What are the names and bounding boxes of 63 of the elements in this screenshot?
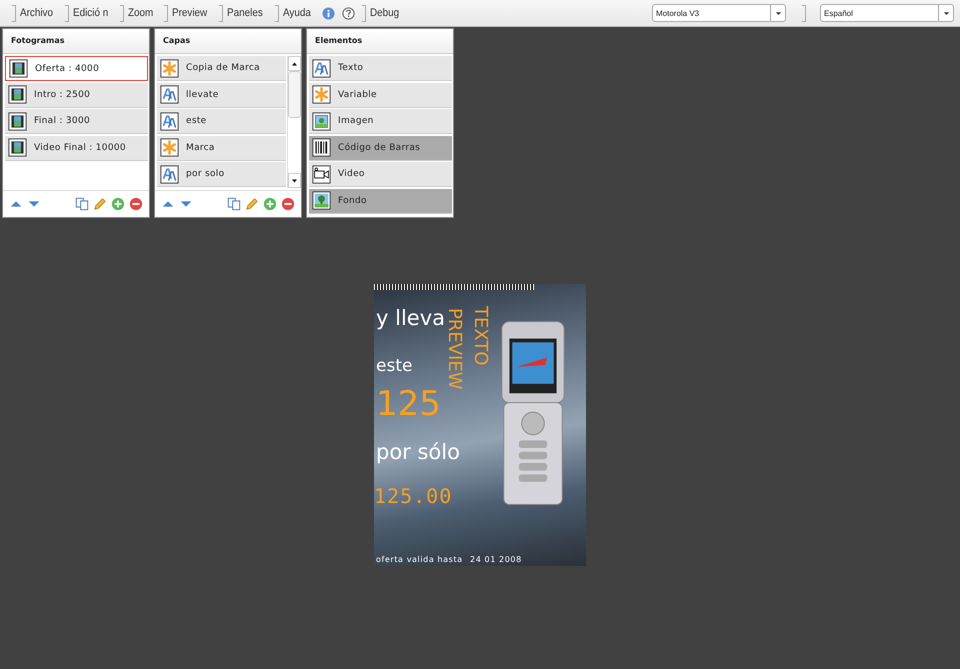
landscape-icon <box>312 191 331 210</box>
menu-item[interactable]: Debug <box>370 7 400 19</box>
list-item[interactable]: Oferta : 4000 <box>5 56 148 81</box>
text-icon <box>160 164 179 184</box>
list-item[interactable]: Imagen <box>309 109 452 134</box>
overlay-text: 125 <box>376 384 441 424</box>
remove-icon[interactable] <box>129 197 143 211</box>
film-icon <box>8 85 27 104</box>
menu-item[interactable]: Zoom <box>128 7 154 19</box>
list-item[interactable]: este <box>157 109 286 134</box>
pencil-icon[interactable] <box>245 197 259 211</box>
asterisk-icon <box>160 58 179 78</box>
overlay-text: por sólo <box>376 440 460 464</box>
add-icon[interactable] <box>111 197 125 211</box>
menu-item[interactable]: Edició n <box>72 7 108 19</box>
text-icon <box>160 85 179 104</box>
offer-date: 24 01 2008 <box>470 555 522 564</box>
add-icon[interactable] <box>263 197 277 211</box>
list-item[interactable]: Video Final : 10000 <box>5 136 148 160</box>
text-icon <box>160 112 179 130</box>
asterisk-icon <box>312 85 331 104</box>
pencil-icon[interactable] <box>93 197 107 211</box>
menu-item[interactable]: Preview <box>172 7 208 19</box>
overlay-text: este <box>376 356 412 376</box>
caret-icon <box>942 10 950 16</box>
caret-icon <box>774 10 782 16</box>
list-item[interactable]: Marca <box>157 136 286 160</box>
list-item[interactable]: Video <box>309 162 452 187</box>
list-item[interactable]: por solo <box>157 162 286 187</box>
overlay-text: 125.00 <box>374 484 452 508</box>
list-item[interactable]: Código de Barras <box>309 136 452 160</box>
film-icon <box>8 138 27 157</box>
scrollbar[interactable] <box>287 56 301 188</box>
list-item[interactable]: Fondo <box>309 188 452 214</box>
info-icon[interactable] <box>322 6 335 20</box>
text-icon <box>312 58 331 78</box>
menu-item[interactable]: Paneles <box>227 7 263 19</box>
language-select[interactable]: Español <box>820 4 954 22</box>
film-icon <box>8 112 27 130</box>
vertical-text: PREVIEW <box>444 308 465 390</box>
barcode-icon <box>312 138 331 157</box>
menu-item[interactable]: Ayuda <box>282 7 311 19</box>
copy-icon[interactable] <box>227 197 241 211</box>
video-camera-icon <box>312 164 331 184</box>
asterisk-icon <box>160 138 179 157</box>
remove-icon[interactable] <box>281 197 295 211</box>
image-icon <box>312 112 331 130</box>
list-item[interactable]: Texto <box>309 56 452 81</box>
overlay-text: y lleva <box>376 306 445 330</box>
copy-icon[interactable] <box>75 197 89 211</box>
scroll-down-icon[interactable] <box>292 178 297 182</box>
scroll-up-icon[interactable] <box>292 62 297 66</box>
list-item[interactable]: Intro : 2500 <box>5 82 148 108</box>
offer-label: oferta valida hasta <box>376 555 463 564</box>
list-item[interactable]: Variable <box>309 82 452 108</box>
film-icon <box>9 59 28 78</box>
vertical-text: TEXTO <box>470 306 491 366</box>
help-icon[interactable] <box>342 6 355 20</box>
list-item[interactable]: Copia de Marca <box>157 56 286 81</box>
list-item[interactable]: Final : 3000 <box>5 109 148 134</box>
menu-item[interactable]: Archivo <box>20 7 54 19</box>
list-item[interactable]: llevate <box>157 82 286 108</box>
device-select[interactable]: Motorola V3 <box>652 4 786 22</box>
